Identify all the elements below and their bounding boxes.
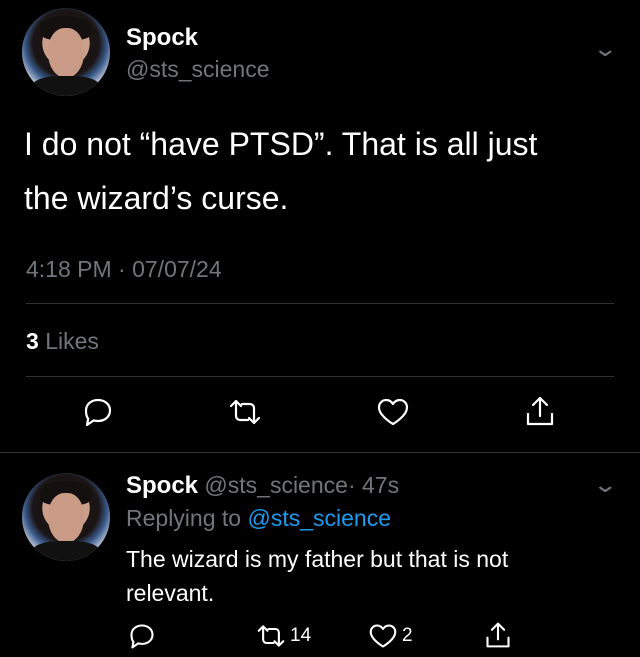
reply-text-line2: relevant. [126, 580, 215, 606]
divider [26, 376, 614, 377]
chevron-down-icon[interactable]: ⌄ [592, 472, 618, 498]
retweet-icon [256, 622, 286, 650]
reply-author-name[interactable]: Spock [126, 472, 198, 499]
reply-avatar[interactable] [22, 473, 110, 561]
replying-to: Replying to @sts_science [126, 505, 391, 532]
like-count: 2 [402, 625, 413, 646]
share-icon[interactable] [484, 620, 512, 650]
likes-summary[interactable]: 3 Likes [26, 328, 99, 355]
author-handle[interactable]: @sts_science [126, 56, 270, 83]
divider [0, 452, 640, 453]
likes-label: Likes [45, 328, 99, 354]
divider [26, 303, 614, 304]
retweet-button[interactable]: 14 [256, 622, 311, 650]
reply-icon[interactable] [128, 622, 156, 650]
reply-icon[interactable] [82, 396, 114, 428]
reply-author-handle[interactable]: @sts_science [204, 472, 348, 498]
heart-icon [368, 622, 398, 650]
reply-text-line1: The wizard is my father but that is not [126, 546, 509, 572]
tweet-timestamp: 4:18 PM · 07/07/24 [26, 256, 222, 282]
likes-count: 3 [26, 328, 39, 354]
tweet-text-line1: I do not “have PTSD”. That is all just [24, 126, 538, 162]
retweet-icon[interactable] [228, 396, 262, 428]
reply-header: Spock @sts_science· 47s [126, 472, 399, 500]
author-name[interactable]: Spock [126, 24, 198, 52]
retweet-count: 14 [290, 625, 312, 646]
replying-to-handle[interactable]: @sts_science [247, 505, 391, 531]
avatar[interactable] [22, 8, 110, 96]
tweet-text-line2: the wizard’s curse. [24, 180, 289, 216]
replying-to-label: Replying to [126, 505, 242, 531]
heart-icon[interactable] [376, 396, 410, 428]
like-button[interactable]: 2 [368, 622, 413, 650]
reply-age: · 47s [347, 472, 400, 498]
share-icon[interactable] [524, 394, 556, 428]
chevron-down-icon[interactable]: ⌄ [592, 36, 618, 62]
